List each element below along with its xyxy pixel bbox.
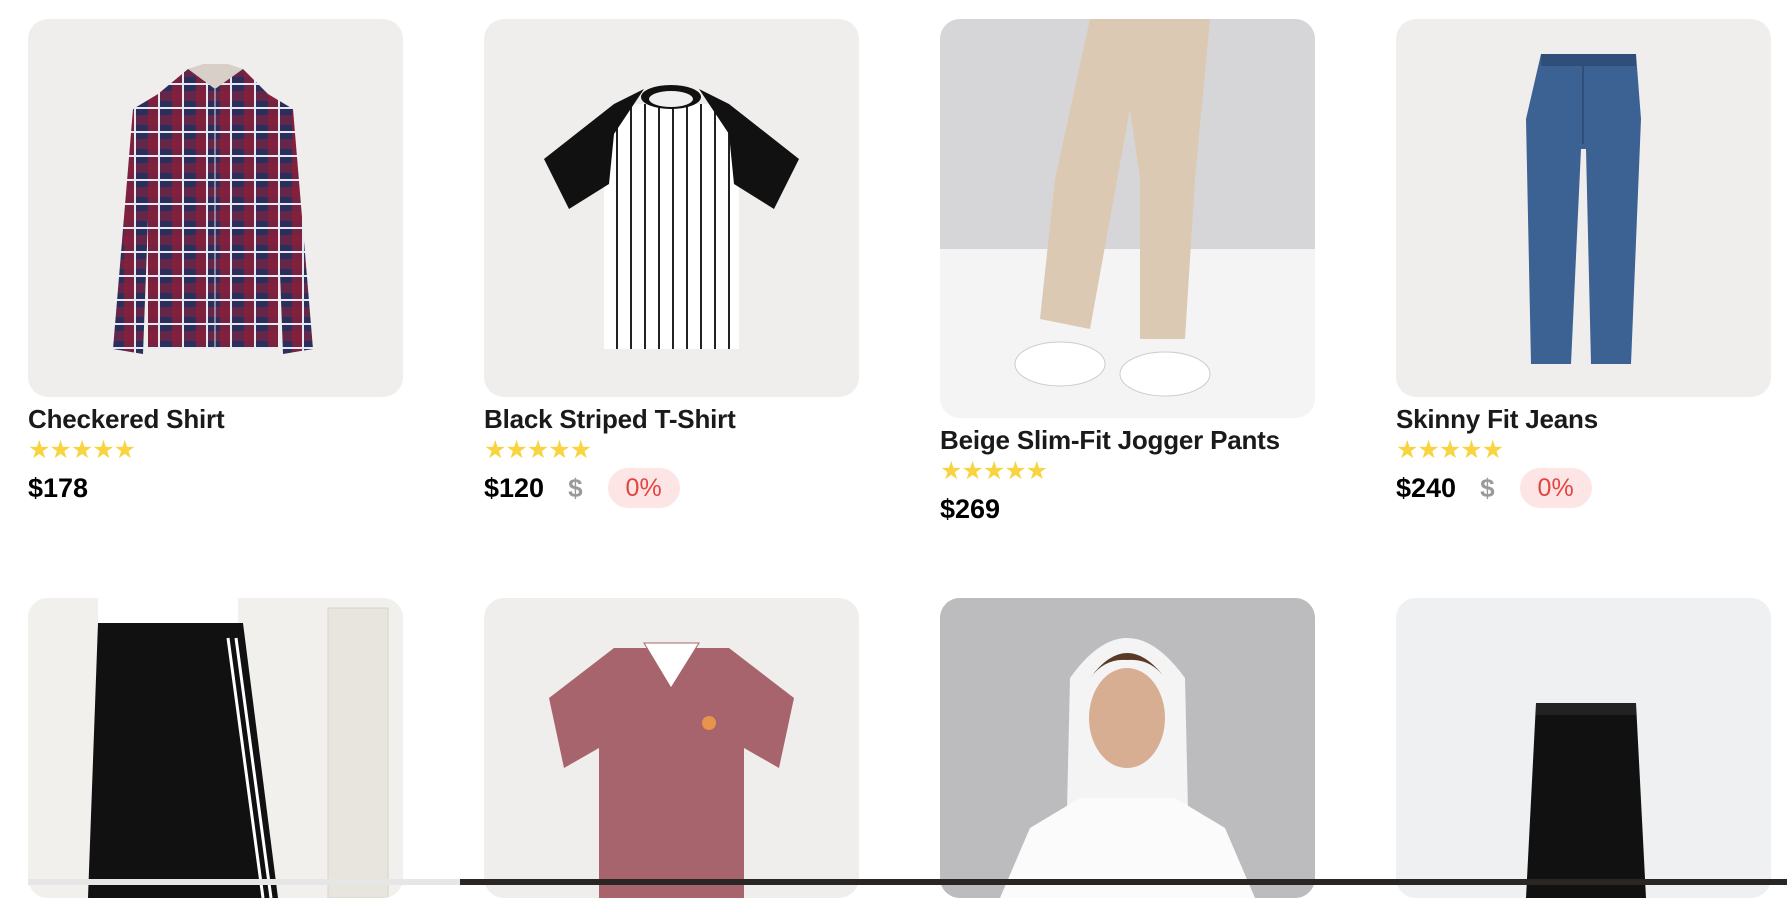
original-price: $ (568, 472, 583, 503)
product-image-black-striped-tshirt[interactable] (484, 19, 859, 397)
product-card[interactable]: Checkered Shirt ★★★★★ $178 (28, 19, 403, 531)
rating-stars: ★★★★★ (484, 436, 592, 464)
product-image-checkered-shirt[interactable] (28, 19, 403, 397)
product-image-white-hoodie[interactable] (940, 598, 1315, 898)
product-price: $178 (28, 472, 89, 503)
product-card[interactable] (484, 598, 859, 898)
product-price: $269 (940, 493, 1001, 524)
product-grid: Checkered Shirt ★★★★★ $178 Black Striped… (28, 19, 1772, 898)
product-card[interactable]: Beige Slim-Fit Jogger Pants ★★★★★ $269 (940, 19, 1315, 531)
product-title[interactable]: Checkered Shirt (28, 404, 403, 434)
rating-stars: ★★★★★ (1396, 436, 1504, 464)
product-card[interactable] (940, 598, 1315, 898)
product-image-beige-jogger-pants[interactable] (940, 19, 1315, 418)
product-image-skinny-fit-jeans[interactable] (1396, 19, 1771, 397)
product-row (28, 598, 1771, 898)
taskbar-right (460, 879, 1787, 885)
product-card[interactable]: Black Striped T-Shirt ★★★★★ $120 $ 0% (484, 19, 859, 531)
product-card[interactable] (1396, 598, 1771, 898)
product-price: $240 (1396, 472, 1457, 503)
product-title[interactable]: Black Striped T-Shirt (484, 404, 859, 434)
product-price: $120 (484, 472, 545, 503)
price-row: $120 $ 0% (484, 466, 859, 510)
product-card[interactable]: Skinny Fit Jeans ★★★★★ $240 $ 0% (1396, 19, 1771, 531)
rating-stars: ★★★★★ (940, 457, 1048, 485)
product-row: Checkered Shirt ★★★★★ $178 Black Striped… (28, 19, 1772, 531)
discount-badge: 0% (1519, 468, 1592, 508)
product-image-black-track-pants[interactable] (28, 598, 403, 898)
product-title[interactable]: Beige Slim-Fit Jogger Pants (940, 425, 1315, 455)
original-price: $ (1480, 472, 1495, 503)
price-row: $178 (28, 466, 403, 510)
discount-badge: 0% (607, 468, 680, 508)
price-row: $269 (940, 487, 1315, 531)
browser-bottom-bar (0, 879, 1787, 885)
rating-stars: ★★★★★ (28, 436, 136, 464)
product-image-black-jeans[interactable] (1396, 598, 1771, 898)
price-row: $240 $ 0% (1396, 466, 1771, 510)
product-title[interactable]: Skinny Fit Jeans (1396, 404, 1771, 434)
taskbar-left (28, 879, 460, 885)
product-image-red-polo-shirt[interactable] (484, 598, 859, 898)
product-card[interactable] (28, 598, 403, 898)
